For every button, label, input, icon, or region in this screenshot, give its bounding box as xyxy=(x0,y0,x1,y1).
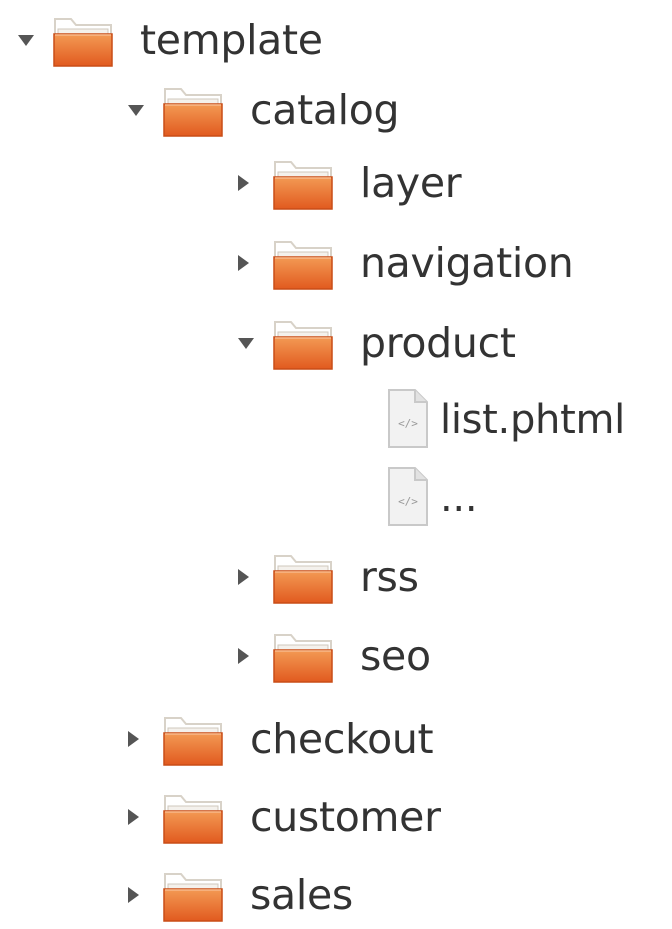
collapse-arrow-icon[interactable] xyxy=(128,887,139,903)
collapse-arrow-icon[interactable] xyxy=(238,255,249,271)
tree-folder-node[interactable]: seo xyxy=(0,626,672,686)
svg-text:</>: </> xyxy=(398,495,418,508)
tree-file-node[interactable]: </> ... xyxy=(0,467,672,528)
file-label: ... xyxy=(440,475,478,521)
folder-label: product xyxy=(360,319,516,367)
collapse-arrow-icon[interactable] xyxy=(238,175,249,191)
expand-arrow-icon[interactable] xyxy=(128,105,144,116)
folder-label: layer xyxy=(360,159,462,207)
tree-folder-node[interactable]: template xyxy=(0,10,672,70)
expand-arrow-icon[interactable] xyxy=(238,338,254,349)
folder-label: catalog xyxy=(250,86,400,134)
folder-icon xyxy=(272,547,334,611)
folder-icon xyxy=(272,626,334,690)
folder-label: template xyxy=(140,16,323,64)
folder-icon xyxy=(162,80,224,144)
tree-folder-node[interactable]: customer xyxy=(0,787,672,847)
folder-icon xyxy=(162,709,224,773)
folder-icon xyxy=(52,10,114,74)
collapse-arrow-icon[interactable] xyxy=(238,569,249,585)
folder-label: checkout xyxy=(250,715,434,763)
file-tree: template catalog layer navigation produc… xyxy=(0,0,672,922)
collapse-arrow-icon[interactable] xyxy=(128,731,139,747)
tree-folder-node[interactable]: checkout xyxy=(0,709,672,769)
folder-label: rss xyxy=(360,553,419,601)
collapse-arrow-icon[interactable] xyxy=(238,648,249,664)
tree-folder-node[interactable]: catalog xyxy=(0,80,672,140)
tree-file-node[interactable]: </> list.phtml xyxy=(0,389,672,450)
folder-icon xyxy=(162,787,224,851)
file-label: list.phtml xyxy=(440,397,625,443)
folder-icon xyxy=(272,233,334,297)
folder-icon xyxy=(272,313,334,377)
folder-label: seo xyxy=(360,632,431,680)
expand-arrow-icon[interactable] xyxy=(18,35,34,46)
code-file-icon: </> xyxy=(383,465,433,533)
tree-folder-node[interactable]: layer xyxy=(0,153,672,213)
folder-label: customer xyxy=(250,793,441,841)
tree-folder-node[interactable]: navigation xyxy=(0,233,672,293)
svg-text:</>: </> xyxy=(398,417,418,430)
folder-icon xyxy=(272,153,334,217)
folder-label: navigation xyxy=(360,239,574,287)
collapse-arrow-icon[interactable] xyxy=(128,809,139,825)
tree-folder-node[interactable]: product xyxy=(0,313,672,373)
tree-folder-node[interactable]: sales xyxy=(0,865,672,925)
folder-label: sales xyxy=(250,871,353,919)
folder-icon xyxy=(162,865,224,929)
tree-folder-node[interactable]: rss xyxy=(0,547,672,607)
code-file-icon: </> xyxy=(383,387,433,455)
